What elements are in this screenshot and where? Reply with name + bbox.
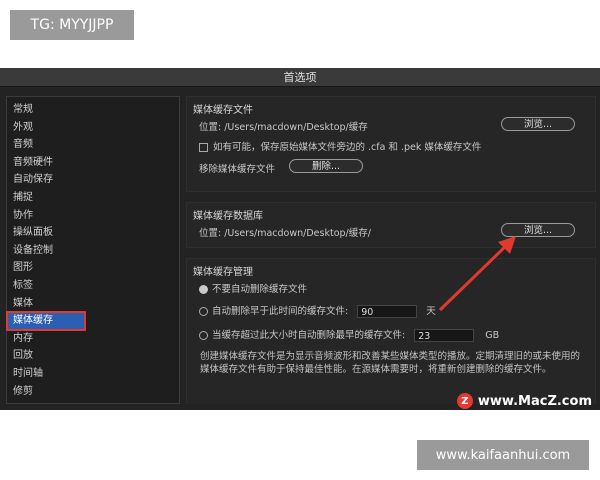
checkbox[interactable]	[199, 143, 208, 152]
sidebar-item[interactable]: 外观	[7, 119, 179, 137]
macz-watermark: Z www.MacZ.com	[456, 392, 592, 410]
preferences-window: 首选项 常规 外观 音频 音频硬件 自动保存 捕捉 协作 操纵面板 设备控制 图形 标签 媒体 媒体缓存…	[0, 68, 600, 410]
sidebar-item[interactable]: 修剪	[7, 383, 179, 401]
radio-button[interactable]	[199, 331, 208, 340]
sidebar-item[interactable]: 媒体缓存	[6, 311, 86, 331]
sidebar-item[interactable]: 标签	[7, 277, 179, 295]
overlay-tag-bottom: www.kaifaanhui.com	[417, 440, 589, 470]
checkbox-label: 如有可能，保存原始媒体文件旁边的 .cfa 和 .pek 媒体缓存文件	[213, 142, 482, 153]
section-cache-files: 媒体缓存文件 位置: /Users/macdown/Desktop/缓存 浏览.…	[186, 96, 596, 192]
macz-watermark-text: www.MacZ.com	[477, 393, 592, 409]
sidebar-item[interactable]: 内存	[7, 330, 179, 348]
save-beside-originals-option[interactable]: 如有可能，保存原始媒体文件旁边的 .cfa 和 .pek 媒体缓存文件	[199, 139, 481, 153]
option-no-auto-delete[interactable]: 不要自动删除缓存文件	[199, 281, 307, 295]
section-cache-database: 媒体缓存数据库 位置: /Users/macdown/Desktop/缓存/ 浏…	[186, 202, 596, 248]
sidebar-item[interactable]: 音频硬件	[7, 154, 179, 172]
sidebar: 常规 外观 音频 音频硬件 自动保存 捕捉 协作 操纵面板 设备控制 图形 标签 媒体 媒体缓存 内存 回放…	[6, 96, 180, 404]
remove-cache-label: 移除媒体缓存文件	[199, 164, 276, 175]
sidebar-item[interactable]: 音频	[7, 136, 179, 154]
radio-button[interactable]	[199, 307, 208, 316]
option-delete-older[interactable]: 自动删除早于此时间的缓存文件: 90 天	[199, 303, 436, 318]
sidebar-item[interactable]: 回放	[7, 347, 179, 365]
section-title: 媒体缓存文件	[193, 105, 253, 116]
overlay-tag-top: TG: MYYJJPP	[10, 10, 134, 40]
section-title: 媒体缓存数据库	[193, 211, 263, 222]
option-delete-by-size[interactable]: 当缓存超过此大小时自动删除最早的缓存文件: 23 GB	[199, 327, 499, 342]
cache-files-location: 位置: /Users/macdown/Desktop/缓存	[199, 122, 368, 133]
radio-label: 当缓存超过此大小时自动删除最早的缓存文件:	[212, 330, 406, 341]
section-title: 媒体缓存管理	[193, 267, 253, 278]
sidebar-item[interactable]: 设备控制	[7, 242, 179, 260]
content-panel: 媒体缓存文件 位置: /Users/macdown/Desktop/缓存 浏览.…	[186, 96, 596, 404]
size-unit: GB	[485, 330, 500, 341]
sidebar-item[interactable]: 时间轴	[7, 365, 179, 383]
sidebar-item[interactable]: 捕捉	[7, 189, 179, 207]
browse-button-cache-files[interactable]: 浏览...	[501, 117, 575, 131]
arrow-annotation-icon	[438, 236, 516, 312]
days-input[interactable]: 90	[357, 305, 418, 318]
sidebar-item[interactable]: 常规	[7, 101, 179, 119]
sidebar-item[interactable]: 图形	[7, 259, 179, 277]
radio-label: 不要自动删除缓存文件	[212, 284, 308, 295]
sidebar-item[interactable]: 自动保存	[7, 171, 179, 189]
size-input[interactable]: 23	[414, 329, 475, 342]
radio-label: 自动删除早于此时间的缓存文件:	[212, 306, 349, 317]
cache-db-location: 位置: /Users/macdown/Desktop/缓存/	[199, 228, 371, 239]
sidebar-item[interactable]: 协作	[7, 207, 179, 225]
delete-button[interactable]: 删除...	[289, 159, 363, 173]
macz-logo-icon: Z	[456, 393, 473, 409]
radio-button[interactable]	[199, 285, 208, 294]
cache-description: 创建媒体缓存文件是为显示音频波形和改善某些媒体类型的播放。定期清理旧的或未使用的…	[200, 351, 581, 375]
sidebar-item[interactable]: 媒体	[7, 295, 179, 313]
window-title: 首选项	[0, 68, 600, 87]
sidebar-item[interactable]: 操纵面板	[7, 224, 179, 242]
section-cache-management: 媒体缓存管理 不要自动删除缓存文件 自动删除早于此时间的缓存文件: 90 天 当…	[186, 258, 596, 404]
